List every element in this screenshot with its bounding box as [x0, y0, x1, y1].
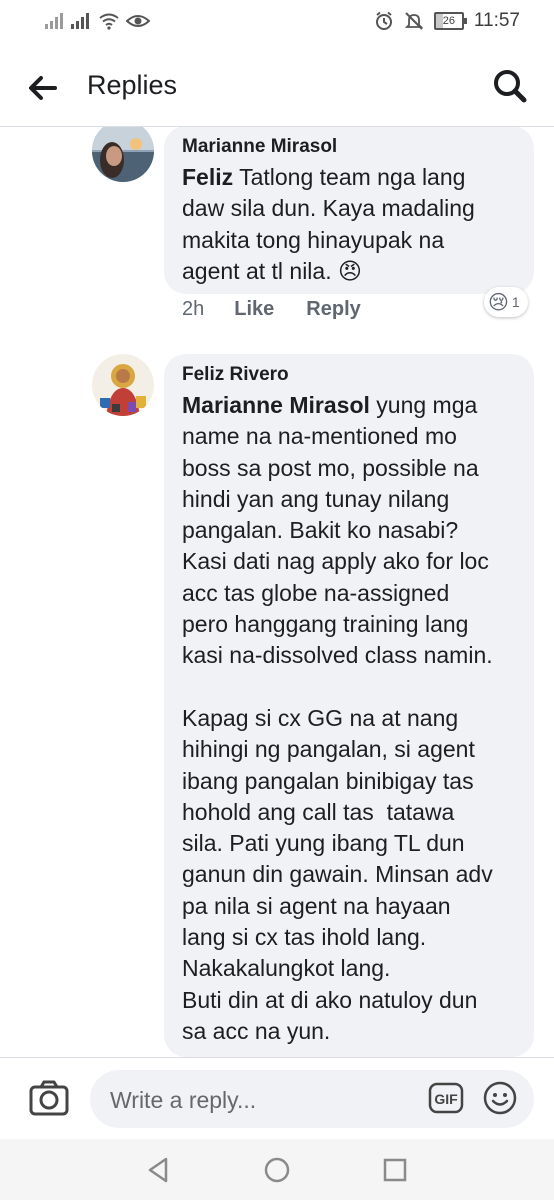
search-icon[interactable] — [490, 66, 530, 106]
status-right-icons: 26 11:57 — [374, 10, 520, 32]
signal-icon — [45, 13, 63, 29]
emoji-icon[interactable] — [482, 1080, 518, 1116]
mute-icon — [404, 12, 424, 30]
gif-icon[interactable]: GIF — [428, 1082, 464, 1114]
battery-level-fill — [435, 14, 443, 28]
app-header: Replies — [0, 46, 554, 127]
reaction-badge[interactable]: 😢 1 — [484, 287, 528, 317]
comment-meta: 2h Like Reply — [182, 298, 361, 321]
gif-label: GIF — [434, 1091, 458, 1107]
reply-input[interactable] — [108, 1080, 412, 1120]
status-time: 11:57 — [473, 10, 520, 31]
comment-text: Feliz Tatlong team nga lang daw sila dun… — [182, 162, 516, 287]
like-button[interactable]: Like — [234, 298, 274, 321]
battery-indicator: 26 — [433, 12, 467, 30]
angry-emoji: 😠 — [338, 257, 362, 284]
reply-button[interactable]: Reply — [306, 298, 360, 321]
mention-link[interactable]: Marianne Mirasol — [182, 392, 370, 418]
nav-back-icon[interactable] — [144, 1155, 174, 1185]
reply-composer: GIF — [0, 1057, 554, 1140]
reaction-count: 1 — [511, 294, 520, 310]
comment-bubble[interactable]: Marianne Mirasol Feliz Tatlong team nga … — [164, 127, 534, 294]
system-nav-bar — [0, 1139, 554, 1200]
status-bar: 26 11:57 — [0, 0, 554, 46]
status-left-icons — [44, 12, 150, 30]
back-arrow-icon[interactable] — [22, 68, 62, 108]
avatar[interactable] — [92, 354, 154, 416]
eye-icon — [126, 15, 150, 27]
battery-level-text: 26 — [442, 15, 455, 27]
comment-bubble[interactable]: Feliz Rivero Marianne Mirasol yung mga n… — [164, 354, 534, 1057]
replies-list[interactable]: Marianne Mirasol Feliz Tatlong team nga … — [0, 127, 554, 1057]
page-title: Replies — [87, 70, 178, 100]
nav-recents-icon[interactable] — [380, 1155, 410, 1185]
nav-home-icon[interactable] — [262, 1155, 292, 1185]
sad-reaction-icon: 😢 — [488, 291, 509, 314]
signal-icon — [71, 13, 89, 29]
alarm-icon — [375, 11, 392, 30]
comment-age: 2h — [182, 298, 205, 320]
comment-author[interactable]: Marianne Mirasol — [182, 136, 516, 158]
reply-input-container[interactable]: GIF — [90, 1070, 534, 1128]
avatar[interactable] — [92, 127, 154, 182]
comment-body: yung mga name na na-mentioned mo boss sa… — [182, 392, 493, 1044]
wifi-icon — [99, 13, 119, 30]
camera-icon[interactable] — [28, 1078, 70, 1118]
comment-text: Marianne Mirasol yung mga name na na-men… — [182, 390, 516, 1047]
mention-link[interactable]: Feliz — [182, 164, 233, 190]
comment-author[interactable]: Feliz Rivero — [182, 364, 516, 386]
